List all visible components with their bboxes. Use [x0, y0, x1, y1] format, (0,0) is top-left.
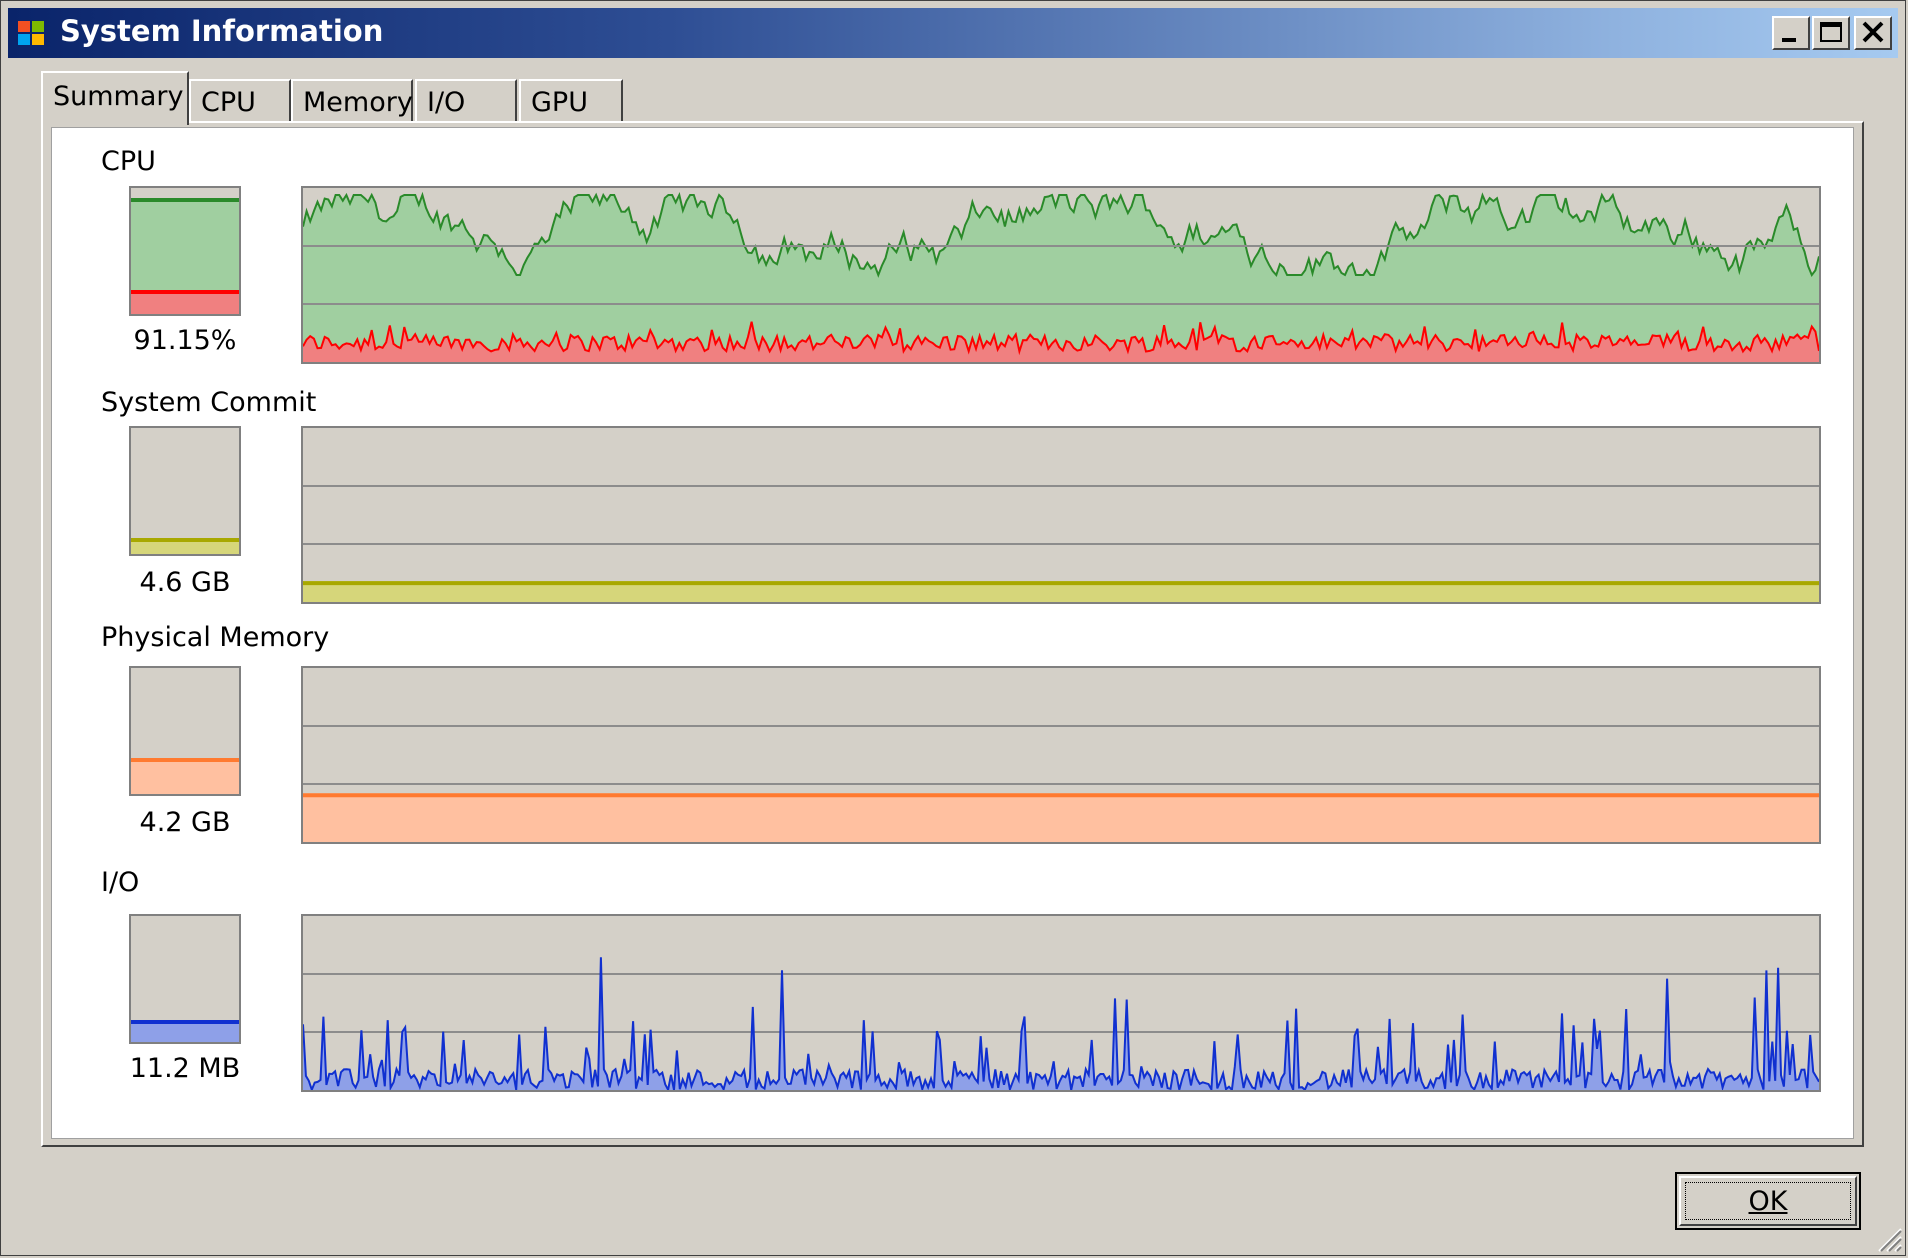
tab-io[interactable]: I/O	[415, 79, 517, 121]
tab-gpu[interactable]: GPU	[519, 79, 623, 121]
minimize-icon	[1782, 38, 1796, 42]
physical-memory-history-plot	[303, 725, 1819, 842]
minimize-button[interactable]	[1772, 16, 1810, 50]
system-information-window: System Information Summary CPU Memory I/…	[0, 0, 1906, 1256]
io-section-title: I/O	[101, 867, 140, 898]
io-line	[303, 957, 1819, 1090]
commit-history-plot	[303, 485, 1819, 602]
cpu-total-area	[303, 195, 1819, 362]
cpu-meter	[129, 186, 241, 316]
tab-memory[interactable]: Memory	[291, 79, 413, 121]
cpu-meter-kernel-fill	[131, 291, 239, 314]
io-meter-fill	[131, 1021, 239, 1042]
tab-label: I/O	[427, 87, 466, 118]
cpu-meter-total-line	[131, 198, 239, 202]
io-history-graph	[301, 914, 1821, 1092]
tab-label: Memory	[303, 87, 413, 118]
commit-section-title: System Commit	[101, 387, 317, 418]
tab-cpu[interactable]: CPU	[189, 79, 291, 121]
ok-button[interactable]: OK	[1675, 1172, 1861, 1230]
resize-grip-icon[interactable]	[1873, 1223, 1903, 1253]
physical-memory-meter-line	[131, 758, 239, 762]
io-meter-line	[131, 1020, 239, 1024]
physical-memory-value: 4.2 GB	[139, 807, 231, 838]
physical-memory-history-graph	[301, 666, 1821, 844]
io-meter	[129, 914, 241, 1044]
tab-label: GPU	[531, 87, 588, 118]
commit-value: 4.6 GB	[139, 567, 231, 598]
tab-summary[interactable]: Summary	[41, 71, 189, 125]
ok-button-label: OK	[1748, 1186, 1788, 1217]
title-bar[interactable]: System Information	[8, 8, 1898, 58]
cpu-history-plot	[303, 191, 1819, 362]
commit-history-graph	[301, 426, 1821, 604]
commit-meter	[129, 426, 241, 556]
maximize-icon	[1820, 22, 1842, 42]
io-value: 11.2 MB	[129, 1053, 241, 1084]
tab-label: Summary	[53, 81, 184, 112]
maximize-button[interactable]	[1812, 16, 1850, 50]
window-title: System Information	[60, 14, 384, 48]
close-icon	[1862, 21, 1884, 43]
cpu-meter-kernel-line	[131, 290, 239, 294]
tab-label: CPU	[201, 87, 256, 118]
summary-content: CPU 91.15% System Commit 4.6 GB Physical…	[51, 127, 1854, 1139]
tab-strip: Summary CPU Memory I/O GPU	[41, 71, 1741, 125]
cpu-history-graph	[301, 186, 1821, 364]
physical-memory-section-title: Physical Memory	[101, 622, 330, 653]
cpu-section-title: CPU	[101, 146, 156, 177]
summary-panel: CPU 91.15% System Commit 4.6 GB Physical…	[41, 121, 1864, 1147]
close-button[interactable]	[1854, 16, 1892, 50]
app-icon	[18, 21, 44, 45]
physical-area	[303, 793, 1819, 842]
cpu-usage-value: 91.15%	[133, 325, 237, 356]
commit-meter-line	[131, 538, 239, 542]
physical-memory-meter	[129, 666, 241, 796]
physical-memory-meter-fill	[131, 759, 239, 794]
io-history-plot	[303, 957, 1819, 1090]
